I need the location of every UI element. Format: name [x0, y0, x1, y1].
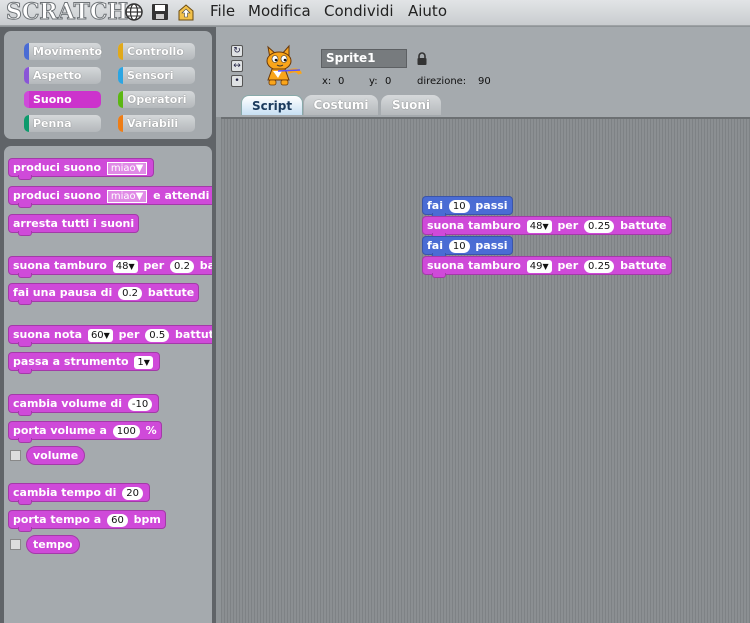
block-play-sound[interactable]: produci suono miao▼: [8, 158, 155, 180]
tempo-input[interactable]: 60: [107, 514, 128, 527]
x-label: x:: [322, 76, 332, 87]
category-operatori[interactable]: Operatori: [118, 91, 195, 108]
direction-value: 90: [478, 76, 491, 87]
beats-input[interactable]: 0.25: [584, 260, 615, 273]
block-change-volume[interactable]: cambia volume di -10: [8, 394, 160, 416]
script-block-play-drum[interactable]: suona tamburo 49▼ per 0.25 battute: [422, 256, 672, 278]
tab-suoni[interactable]: Suoni: [381, 95, 441, 115]
drum-dropdown[interactable]: 48▼: [112, 260, 138, 273]
tempo-input[interactable]: 20: [122, 487, 143, 500]
block-play-note[interactable]: suona nota 60▼ per 0.5 battute: [8, 325, 212, 347]
category-movimento[interactable]: Movimento: [24, 43, 102, 60]
block-set-instrument[interactable]: passa a strumento 1▼: [8, 352, 160, 374]
block-play-drum[interactable]: suona tamburo 48▼ per 0.2 batt: [8, 256, 212, 278]
scratch-window: SCRATCH File Modifica Condividi Aiuto Mo…: [0, 0, 750, 623]
category-sensori[interactable]: Sensori: [118, 67, 195, 84]
block-change-tempo[interactable]: cambia tempo di 20: [8, 483, 150, 505]
scratch-logo: SCRATCH: [5, 0, 129, 26]
category-aspetto[interactable]: Aspetto: [24, 67, 101, 84]
tempo-checkbox[interactable]: [10, 539, 21, 550]
volume-input[interactable]: -10: [127, 398, 153, 411]
globe-icon[interactable]: [124, 2, 144, 22]
volume-input[interactable]: 100: [112, 425, 140, 438]
block-set-tempo[interactable]: porta tempo a 60 bpm: [8, 510, 166, 532]
sound-dropdown[interactable]: miao▼: [106, 162, 148, 175]
top-menu-bar: SCRATCH File Modifica Condividi Aiuto: [0, 0, 750, 26]
rotate-full-icon[interactable]: ↻: [231, 45, 243, 57]
script-block-move-steps[interactable]: fai 10 passi: [422, 236, 513, 258]
script-block-play-drum[interactable]: suona tamburo 48▼ per 0.25 battute: [422, 216, 672, 238]
reporter-volume[interactable]: volume: [26, 446, 86, 465]
steps-input[interactable]: 10: [448, 200, 470, 213]
share-icon[interactable]: [176, 2, 196, 22]
instrument-dropdown[interactable]: 1▼: [134, 356, 153, 369]
no-rotate-icon[interactable]: •: [231, 75, 243, 87]
beats-input[interactable]: 0.5: [145, 329, 170, 342]
save-icon[interactable]: [150, 2, 170, 22]
script-area[interactable]: fai 10 passi suona tamburo 48▼ per 0.25 …: [221, 117, 750, 623]
beats-input[interactable]: 0.2: [118, 287, 143, 300]
category-panel: Movimento Controllo Aspetto Sensori Suon…: [4, 31, 212, 139]
y-label: y:: [369, 76, 378, 87]
menu-aiuto[interactable]: Aiuto: [408, 2, 447, 20]
tab-script[interactable]: Script: [241, 95, 303, 115]
category-suono[interactable]: Suono: [24, 91, 101, 108]
category-variabili[interactable]: Variabili: [118, 115, 195, 132]
beats-input[interactable]: 0.2: [170, 260, 194, 273]
sound-dropdown[interactable]: miao▼: [106, 190, 148, 203]
menu-file[interactable]: File: [210, 2, 235, 20]
reporter-tempo[interactable]: tempo: [26, 535, 80, 554]
direction-label: direzione:: [417, 76, 467, 87]
tab-costumi[interactable]: Costumi: [304, 95, 378, 115]
drum-dropdown[interactable]: 49▼: [526, 260, 552, 273]
menu-condividi[interactable]: Condividi: [324, 2, 394, 20]
block-palette: produci suono miao▼ produci suono miao▼ …: [4, 146, 212, 623]
sprite-name-field[interactable]: Sprite1: [321, 49, 407, 68]
x-value: 0: [338, 76, 345, 87]
volume-checkbox[interactable]: [10, 450, 21, 461]
beats-input[interactable]: 0.25: [584, 220, 615, 233]
block-play-sound-until-done[interactable]: produci suono miao▼ e attendi la: [8, 186, 212, 208]
menu-modifica[interactable]: Modifica: [248, 2, 311, 20]
script-block-move-steps[interactable]: fai 10 passi: [422, 196, 513, 218]
block-set-volume[interactable]: porta volume a 100 %: [8, 421, 162, 443]
steps-input[interactable]: 10: [448, 240, 470, 253]
lock-icon[interactable]: [416, 51, 428, 70]
drum-dropdown[interactable]: 48▼: [526, 220, 552, 233]
category-penna[interactable]: Penna: [24, 115, 101, 132]
note-dropdown[interactable]: 60▼: [87, 329, 113, 342]
category-controllo[interactable]: Controllo: [118, 43, 195, 60]
block-stop-all-sounds[interactable]: arresta tutti i suoni: [8, 214, 140, 236]
y-value: 0: [385, 76, 392, 87]
rotate-flip-icon[interactable]: ↔: [231, 60, 243, 72]
sprite-thumbnail-cat-icon: [258, 44, 304, 94]
block-rest-for[interactable]: fai una pausa di 0.2 battute: [8, 283, 200, 305]
